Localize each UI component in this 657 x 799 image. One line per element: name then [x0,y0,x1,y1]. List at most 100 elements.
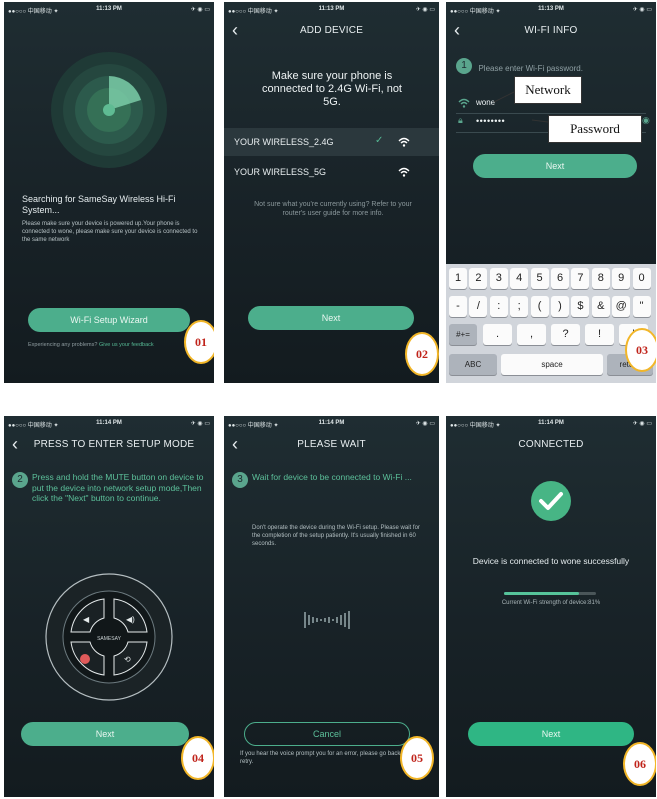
battery-icon: ✈ ◉ ▭ [190,421,210,427]
key[interactable]: 2 [469,268,488,289]
sound-wave-icon [304,611,350,629]
band-heading: Make sure your phone is connected to 2.4… [261,70,402,108]
next-button[interactable]: Next [473,154,637,178]
feedback-line: Experiencing any problems? Give us your … [28,342,198,348]
cancel-button[interactable]: Cancel [244,722,410,746]
page-title: PRESS TO ENTER SETUP MODE [33,439,195,450]
key[interactable]: @ [612,296,631,317]
svg-text:SAMESAY: SAMESAY [97,636,121,642]
key[interactable]: 6 [551,268,569,289]
key[interactable]: : [489,296,508,317]
nav-bar: ‹ ADD DEVICE [224,20,439,42]
numeric-keyboard: 1234567890 -/:;()$&@" #+= .,?!' ABC spac… [446,264,656,383]
key[interactable]: 8 [591,268,610,289]
key-space[interactable]: space [501,354,603,375]
problem-text: Experiencing any problems? [28,342,98,348]
nav-bar: ‹ PLEASE WAIT [224,434,439,456]
key[interactable]: . [483,324,512,345]
wifi-icon [398,167,410,177]
screen-please-wait: ●●○○○ 中国移动 ✦ 11:14 PM ✈ ◉ ▭ ‹ PLEASE WAI… [224,416,439,797]
key[interactable]: 4 [510,268,529,289]
key[interactable]: $ [571,296,590,317]
signal-strength-fill [504,592,579,595]
key[interactable]: 5 [530,268,549,289]
key[interactable]: ! [585,324,614,345]
connected-message: Device is connected to wone successfully [472,556,630,566]
callout-arrows [493,91,549,123]
feedback-link[interactable]: Give us your feedback [99,342,154,348]
next-button[interactable]: Next [248,306,414,330]
key[interactable]: ) [551,296,569,317]
router-help-text: Not sure what you're currently using? Re… [254,201,412,217]
key[interactable]: 7 [571,268,590,289]
key-symbols[interactable]: #+= [449,324,477,345]
step-number: 2 [12,472,28,488]
clock: 11:13 PM [96,6,122,12]
key[interactable]: & [591,296,610,317]
battery-icon: ✈ ◉ ▭ [632,421,652,427]
key[interactable]: 9 [612,268,631,289]
search-status: Searching for SameSay Wireless Hi-Fi Sys… [22,194,176,215]
success-check-icon [531,481,571,521]
svg-text:◀): ◀) [126,615,135,624]
search-description: Please make sure your device is powered … [22,221,198,243]
status-bar: ●●○○○ 中国移动 ✦ 11:13 PM ✈ ◉ ▭ [224,2,439,18]
step-badge: 03 [625,328,656,372]
radar-icon [51,52,167,168]
network-row-5g[interactable]: YOUR WIRELESS_5G [224,158,439,186]
status-bar: ●●○○○ 中国移动 ✦ 11:14 PM ✈ ◉ ▭ [224,416,439,432]
signal-strength-text: Current Wi-Fi strength of device:81% [501,600,601,606]
screen-connected: ●●○○○ 中国移动 ✦ 11:14 PM ✈ ◉ ▭ CONNECTED De… [446,416,656,797]
battery-icon: ✈ ◉ ▭ [415,421,435,427]
battery-icon: ✈ ◉ ▭ [415,7,435,13]
step-badge: 06 [623,742,656,786]
key-abc[interactable]: ABC [449,354,497,375]
status-bar: ●●○○○ 中国移动 ✦ 11:14 PM ✈ ◉ ▭ [4,416,214,432]
wifi-setup-wizard-button[interactable]: Wi-Fi Setup Wizard [28,308,190,332]
clock: 11:14 PM [318,420,345,426]
key[interactable]: " [632,296,651,317]
svg-text:◀: ◀ [83,615,90,624]
retry-note: If you hear the voice prompt you for an … [240,751,413,765]
svg-text:⟲: ⟲ [124,655,131,664]
key[interactable]: 1 [449,268,467,289]
next-button[interactable]: Next [468,722,634,746]
clock: 11:13 PM [318,6,345,12]
page-title: CONNECTED [518,439,584,450]
step-badge: 04 [181,736,214,780]
nav-bar: ‹ PRESS TO ENTER SETUP MODE [4,434,214,456]
tutorial-figure: { "status":{"carrier":"●●○○○ 中国移动 ✦","ti… [0,0,657,799]
step-number: 3 [232,472,248,488]
step-badge: 01 [184,320,214,364]
key[interactable]: - [449,296,467,317]
wifi-icon [398,137,410,147]
key[interactable]: 0 [632,268,651,289]
key[interactable]: / [469,296,488,317]
clock: 11:14 PM [538,420,564,426]
screen-setup-mode: ●●○○○ 中国移动 ✦ 11:14 PM ✈ ◉ ▭ ‹ PRESS TO E… [4,416,214,797]
battery-icon: ✈ ◉ ▭ [190,7,210,13]
screen-searching: ●●○○○ 中国移动 ✦ 11:13 PM ✈ ◉ ▭ Searching fo… [4,2,214,383]
step-badge: 02 [405,332,439,376]
page-title: PLEASE WAIT [297,439,366,450]
wait-note: Don't operate the device during the Wi-F… [252,525,420,547]
step-badge: 05 [400,736,434,780]
check-icon: ✓ [375,135,384,146]
instruction-block: 2 Press and hold the MUTE button on devi… [12,472,210,504]
next-button[interactable]: Next [21,722,189,746]
key[interactable]: ; [510,296,529,317]
status-bar: ●●○○○ 中国移动 ✦ 11:13 PM ✈ ◉ ▭ [4,2,214,18]
network-row-2g[interactable]: YOUR WIRELESS_2.4G ✓ [224,128,439,156]
device-control-panel: ◀ ◀) ⟲ SAMESAY [45,573,173,701]
network-name: YOUR WIRELESS_2.4G [234,137,334,147]
key[interactable]: ? [551,324,580,345]
signal-strength-bar [504,592,596,595]
wait-text: Wait for device to be connected to Wi-Fi… [252,472,412,482]
wait-block: 3 Wait for device to be connected to Wi-… [232,472,427,488]
key[interactable]: ( [530,296,549,317]
screen-add-device: ●●○○○ 中国移动 ✦ 11:13 PM ✈ ◉ ▭ ‹ ADD DEVICE… [224,2,439,383]
key[interactable]: , [517,324,546,345]
key[interactable]: 3 [489,268,508,289]
status-bar: ●●○○○ 中国移动 ✦ 11:14 PM ✈ ◉ ▭ [446,416,656,432]
page-title: ADD DEVICE [299,25,364,36]
